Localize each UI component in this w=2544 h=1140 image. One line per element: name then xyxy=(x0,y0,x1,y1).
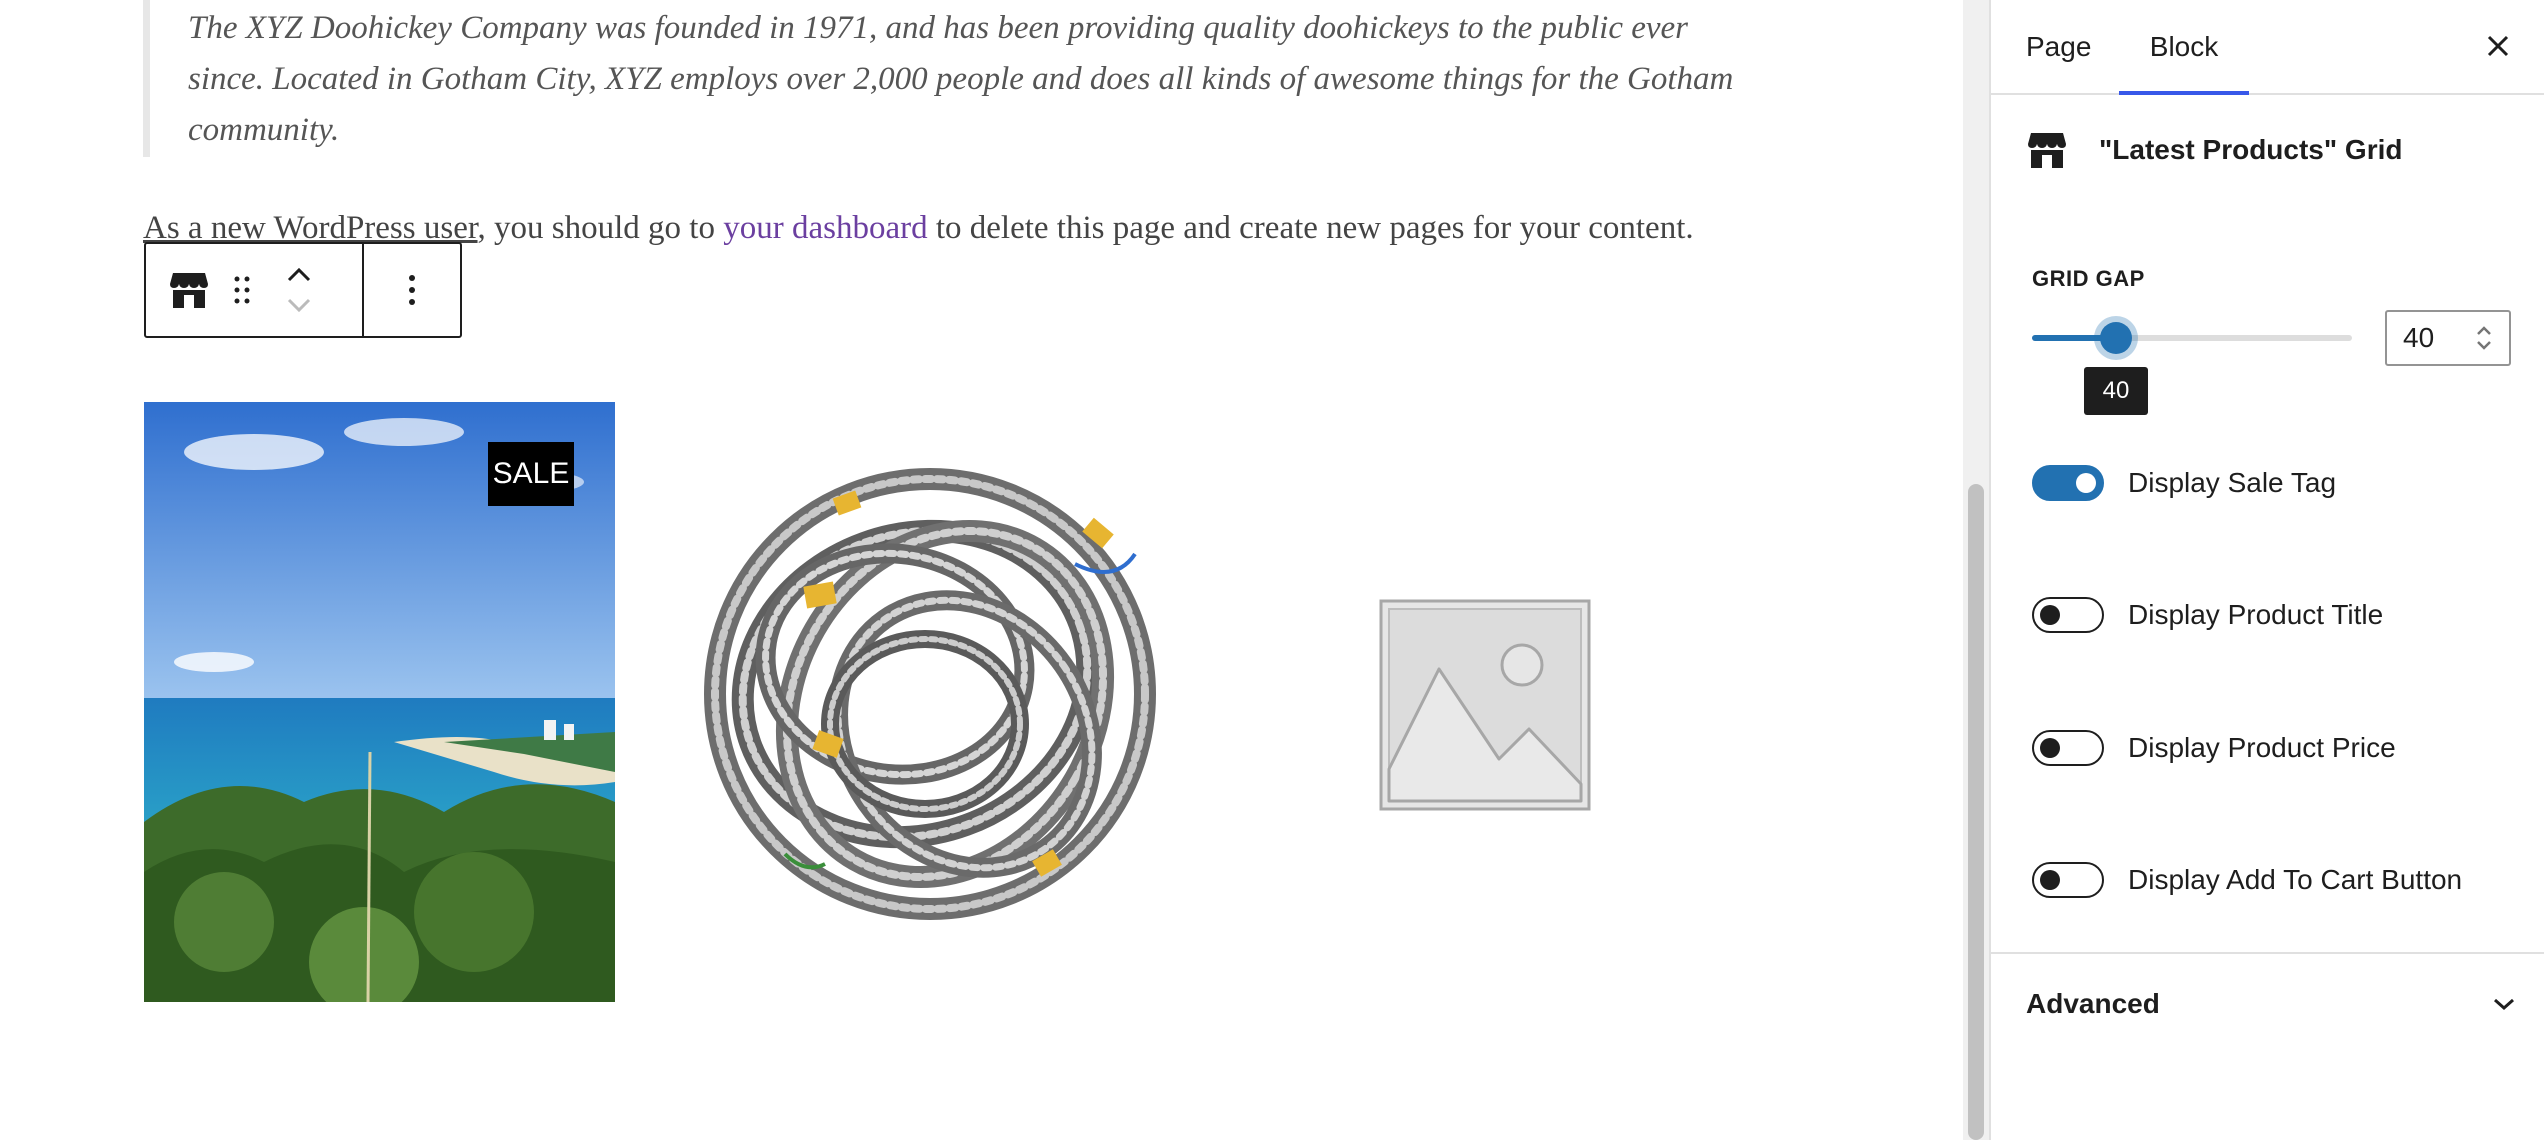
block-type-button[interactable] xyxy=(158,244,220,336)
dashboard-link[interactable]: your dashboard xyxy=(723,210,927,246)
grid-gap-slider-thumb[interactable] xyxy=(2100,322,2132,354)
advanced-label: Advanced xyxy=(2026,988,2160,1019)
product-price-toggle[interactable] xyxy=(2032,730,2104,766)
block-name: "Latest Products" Grid xyxy=(2099,134,2403,165)
pullquote-block[interactable]: The XYZ Doohickey Company was founded in… xyxy=(143,0,1750,157)
panel-divider xyxy=(1991,952,2544,954)
product-title-toggle[interactable] xyxy=(2032,597,2104,633)
tab-page[interactable]: Page xyxy=(2026,0,2091,93)
grid-gap-value: 40 xyxy=(2403,322,2435,353)
toggle-knob xyxy=(2040,870,2060,890)
spin-arrows-icon xyxy=(2477,326,2491,350)
grid-gap-spin-buttons[interactable] xyxy=(2469,318,2499,358)
product-price-toggle-label: Display Product Price xyxy=(2128,732,2396,763)
toggle-knob xyxy=(2040,605,2060,625)
chevron-down-icon[interactable] xyxy=(286,297,312,313)
block-card: "Latest Products" Grid xyxy=(2027,128,2527,172)
drag-handle-button[interactable] xyxy=(220,244,264,336)
toggle-row-add-to-cart[interactable]: Display Add To Cart Button xyxy=(2032,858,2462,902)
toggle-knob xyxy=(2076,473,2096,493)
sale-tag-toggle[interactable] xyxy=(2032,465,2104,501)
chevron-down-icon xyxy=(2494,998,2514,1011)
placeholder-image-icon xyxy=(1379,599,1591,811)
intro-suffix: to delete this page and create new pages… xyxy=(927,210,1694,246)
advanced-panel-toggle[interactable]: Advanced xyxy=(2026,982,2516,1026)
block-mover xyxy=(264,244,334,336)
canvas-scrollbar-thumb[interactable] xyxy=(1968,484,1984,1140)
quote-text: The XYZ Doohickey Company was founded in… xyxy=(188,10,1734,148)
close-icon xyxy=(2487,35,2509,57)
tab-block[interactable]: Block xyxy=(2119,0,2249,95)
editor-canvas: The XYZ Doohickey Company was founded in… xyxy=(0,0,1963,1140)
grid-gap-label: GRID GAP xyxy=(2032,266,2145,291)
store-icon xyxy=(170,273,208,308)
intro-prefix: As a new WordPress user xyxy=(143,210,478,246)
intro-middle: , you should go to xyxy=(477,210,724,246)
add-to-cart-toggle[interactable] xyxy=(2032,862,2104,898)
settings-sidebar: Page Block "Latest Products" Grid GRID G… xyxy=(1989,0,2544,1140)
block-toolbar xyxy=(144,242,462,338)
product-image-conduit[interactable] xyxy=(695,434,1166,954)
product-image-beach[interactable]: SALE xyxy=(144,402,615,1002)
product-image-placeholder[interactable] xyxy=(1379,599,1591,811)
toggle-row-product-price[interactable]: Display Product Price xyxy=(2032,726,2396,770)
add-to-cart-toggle-label: Display Add To Cart Button xyxy=(2128,864,2463,895)
sale-tag: SALE xyxy=(488,442,574,506)
toggle-row-product-title[interactable]: Display Product Title xyxy=(2032,593,2383,637)
close-sidebar-button[interactable] xyxy=(2480,28,2516,64)
toggle-row-sale-tag[interactable]: Display Sale Tag xyxy=(2032,461,2336,505)
drag-handle-icon xyxy=(234,276,250,304)
product-title-toggle-label: Display Product Title xyxy=(2128,599,2384,630)
store-icon xyxy=(2028,133,2066,168)
more-vertical-icon xyxy=(409,275,415,305)
grid-gap-number-input[interactable]: 40 xyxy=(2385,310,2511,366)
sidebar-tabs: Page Block xyxy=(1991,0,2544,95)
chevron-up-icon[interactable] xyxy=(286,267,312,283)
block-toolbar-group xyxy=(146,244,364,336)
grid-gap-tooltip: 40 xyxy=(2084,367,2148,415)
toggle-knob xyxy=(2040,738,2060,758)
options-button[interactable] xyxy=(364,244,460,336)
sale-tag-toggle-label: Display Sale Tag xyxy=(2128,467,2337,498)
block-toolbar-options-group xyxy=(364,244,460,336)
coiled-conduit-image xyxy=(704,468,1156,920)
